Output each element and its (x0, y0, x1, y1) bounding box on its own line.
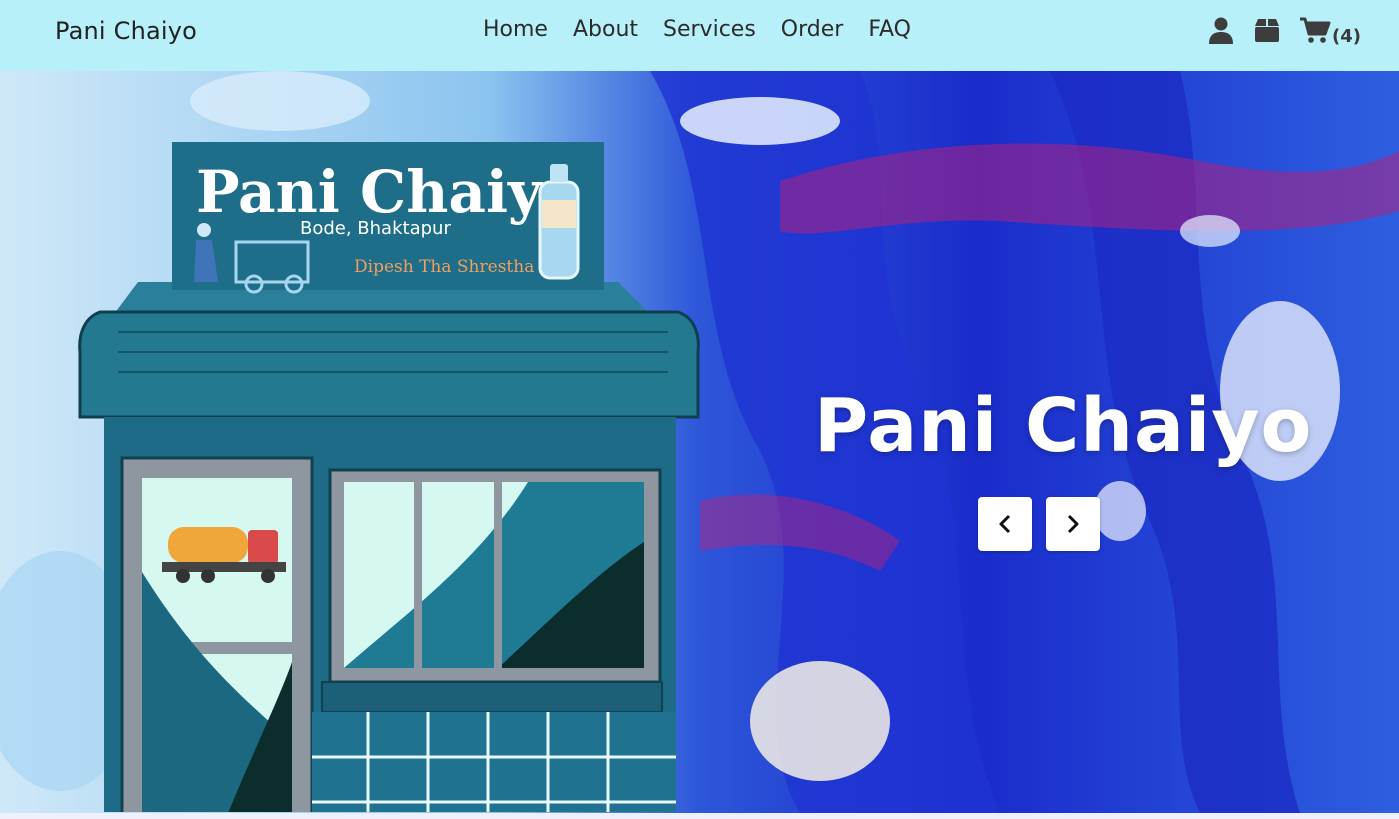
shop-illustration: Pani Chaiyo Bode, Bhaktapur Dipesh Tha S… (78, 142, 700, 812)
nav-link-services[interactable]: Services (663, 17, 756, 42)
cart-icon (1299, 16, 1331, 44)
chevron-left-icon (999, 514, 1011, 534)
sign-title: Pani Chaiyo (196, 158, 580, 226)
nav-link-faq[interactable]: FAQ (868, 17, 911, 42)
nav-link-home[interactable]: Home (483, 17, 548, 42)
nav-links: Home About Services Order FAQ (483, 17, 911, 42)
nav-link-about[interactable]: About (573, 17, 638, 42)
nav-link-order[interactable]: Order (781, 17, 844, 42)
cart-link[interactable]: (4) (1299, 16, 1361, 47)
nav-icons: (4) (1207, 16, 1361, 47)
user-icon[interactable] (1207, 16, 1235, 44)
carousel-prev-button[interactable] (978, 497, 1032, 551)
hero-title: Pani Chaiyo (814, 383, 1313, 469)
brand-link[interactable]: Pani Chaiyo (55, 17, 197, 45)
chevron-right-icon (1067, 514, 1079, 534)
hero-carousel: Pani Chaiyo Bode, Bhaktapur Dipesh Tha S… (0, 71, 1399, 813)
cart-count-badge: (4) (1332, 26, 1361, 47)
page-bottom-strip (0, 813, 1399, 819)
box-icon[interactable] (1253, 16, 1281, 44)
navbar: Pani Chaiyo Home About Services Order FA… (0, 0, 1399, 71)
sign-owner: Dipesh Tha Shrestha (354, 257, 534, 277)
sign-location: Bode, Bhaktapur (300, 218, 451, 239)
carousel-next-button[interactable] (1046, 497, 1100, 551)
